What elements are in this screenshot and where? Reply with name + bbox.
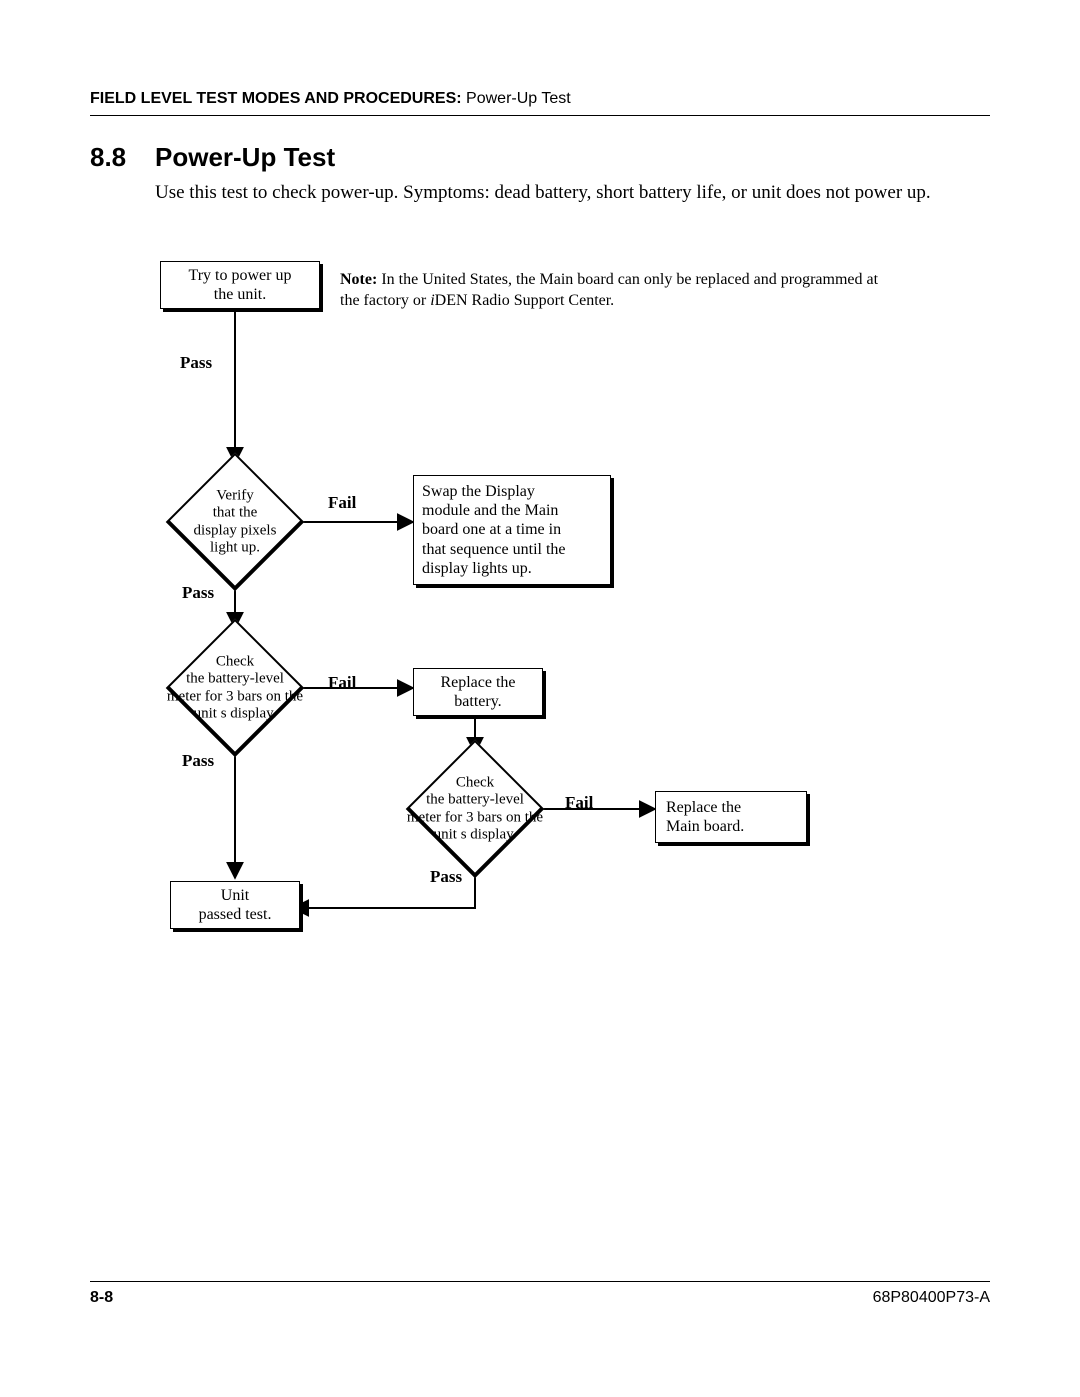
- header-rule: [90, 115, 990, 116]
- decision-battery-bars-1: Checkthe battery-levelmeter for 3 bars o…: [170, 623, 300, 753]
- doc-id: 68P80400P73-A: [873, 1289, 990, 1307]
- step-replace-battery: Replace thebattery.: [413, 668, 543, 716]
- footer-rule: [90, 1281, 990, 1282]
- step-swap-boards: Swap the Displaymodule and the Mainboard…: [413, 475, 611, 585]
- step-power-up: Try to power upthe unit.: [160, 261, 320, 309]
- header-rest: Power-Up Test: [462, 90, 571, 107]
- label-pass-1: Pass: [180, 353, 212, 373]
- section-number: 8.8: [90, 142, 126, 173]
- intro-paragraph: Use this test to check power-up. Symptom…: [155, 180, 990, 206]
- decision-display-pixels: Verifythat thedisplay pixelslight up.: [170, 457, 300, 587]
- flowchart: Try to power upthe unit. Pass Verifythat…: [110, 253, 980, 973]
- step-replace-main-board: Replace theMain board.: [655, 791, 807, 843]
- decision-battery-bars-2: Checkthe battery-levelmeter for 3 bars o…: [410, 744, 540, 874]
- page-number: 8-8: [90, 1289, 113, 1307]
- header-bold: FIELD LEVEL TEST MODES AND PROCEDURES:: [90, 90, 462, 107]
- section-title: Power-Up Test: [155, 142, 335, 173]
- label-fail-2: Fail: [328, 673, 356, 693]
- label-pass-2: Pass: [182, 583, 214, 603]
- decision-battery-bars-2-text: Checkthe battery-levelmeter for 3 bars o…: [375, 775, 575, 844]
- decision-battery-bars-1-text: Checkthe battery-levelmeter for 3 bars o…: [135, 654, 335, 723]
- label-pass-4: Pass: [430, 867, 462, 887]
- label-pass-3: Pass: [182, 751, 214, 771]
- decision-display-pixels-text: Verifythat thedisplay pixelslight up.: [145, 488, 325, 557]
- label-fail-3: Fail: [565, 793, 593, 813]
- running-header: FIELD LEVEL TEST MODES AND PROCEDURES: P…: [90, 90, 990, 108]
- terminal-passed: Unitpassed test.: [170, 881, 300, 929]
- label-fail-1: Fail: [328, 493, 356, 513]
- flow-arrows: [110, 253, 980, 973]
